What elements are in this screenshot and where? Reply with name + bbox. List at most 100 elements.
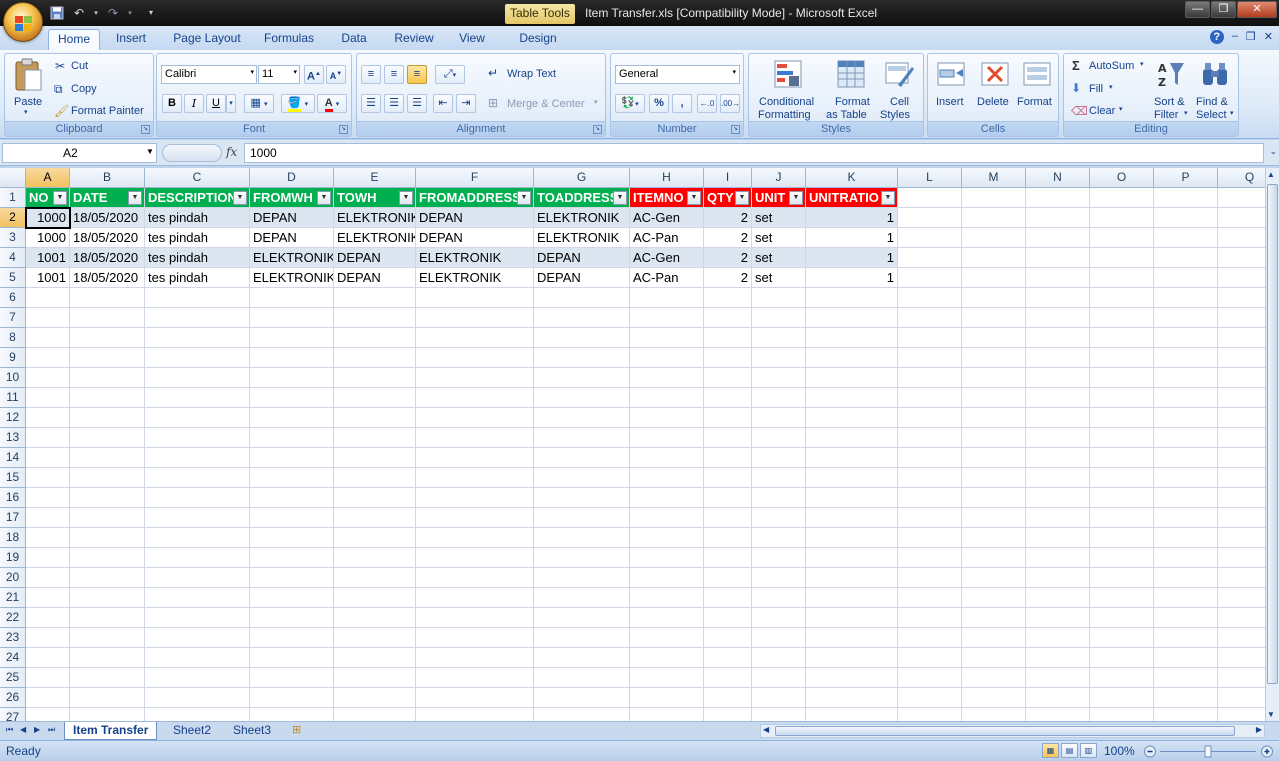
empty-cell[interactable]	[26, 348, 70, 368]
empty-cell[interactable]	[416, 348, 534, 368]
empty-cell[interactable]	[145, 568, 250, 588]
empty-cell[interactable]	[704, 648, 752, 668]
empty-cell[interactable]	[1026, 508, 1090, 528]
clear-button[interactable]: Clear	[1089, 105, 1115, 117]
empty-cell[interactable]	[145, 428, 250, 448]
empty-cell[interactable]	[1090, 608, 1154, 628]
empty-cell[interactable]	[806, 548, 898, 568]
empty-cell[interactable]	[1154, 548, 1218, 568]
vertical-scrollbar[interactable]: ▲ ▼	[1265, 168, 1279, 721]
empty-cell[interactable]	[334, 488, 416, 508]
empty-cell[interactable]	[334, 528, 416, 548]
empty-cell[interactable]	[250, 468, 334, 488]
empty-cell[interactable]	[1218, 508, 1265, 528]
table-cell[interactable]: ELEKTRONIK	[334, 228, 416, 248]
empty-cell[interactable]	[1026, 188, 1090, 208]
empty-cell[interactable]	[70, 688, 145, 708]
empty-cell[interactable]	[898, 268, 962, 288]
formula-input[interactable]: 1000	[244, 143, 1264, 163]
empty-cell[interactable]	[630, 348, 704, 368]
table-cell[interactable]: 1	[806, 228, 898, 248]
empty-cell[interactable]	[145, 688, 250, 708]
empty-cell[interactable]	[1218, 668, 1265, 688]
empty-cell[interactable]	[534, 368, 630, 388]
empty-cell[interactable]	[1154, 448, 1218, 468]
table-cell[interactable]: 2	[704, 248, 752, 268]
filter-dropdown-icon[interactable]: ▼	[613, 191, 627, 205]
empty-cell[interactable]	[630, 628, 704, 648]
empty-cell[interactable]	[534, 508, 630, 528]
empty-cell[interactable]	[704, 388, 752, 408]
empty-cell[interactable]	[1154, 208, 1218, 228]
empty-cell[interactable]	[250, 448, 334, 468]
empty-cell[interactable]	[1218, 368, 1265, 388]
filter-dropdown-icon[interactable]: ▼	[399, 191, 413, 205]
empty-cell[interactable]	[704, 608, 752, 628]
empty-cell[interactable]	[806, 508, 898, 528]
empty-cell[interactable]	[1026, 308, 1090, 328]
table-cell[interactable]: 1001	[26, 248, 70, 268]
empty-cell[interactable]	[70, 328, 145, 348]
empty-cell[interactable]	[1154, 568, 1218, 588]
row-header[interactable]: 16	[0, 488, 26, 508]
empty-cell[interactable]	[704, 688, 752, 708]
empty-cell[interactable]	[962, 308, 1026, 328]
table-cell[interactable]: 1	[806, 268, 898, 288]
restore-button[interactable]: ❐	[1211, 1, 1236, 18]
empty-cell[interactable]	[250, 488, 334, 508]
empty-cell[interactable]	[1154, 588, 1218, 608]
empty-cell[interactable]	[1026, 528, 1090, 548]
column-header-o[interactable]: O	[1090, 168, 1154, 188]
empty-cell[interactable]	[26, 668, 70, 688]
empty-cell[interactable]	[26, 628, 70, 648]
customize-toolbar-icon[interactable]: ▾	[146, 4, 156, 21]
empty-cell[interactable]	[145, 708, 250, 721]
empty-cell[interactable]	[752, 388, 806, 408]
empty-cell[interactable]	[962, 488, 1026, 508]
empty-cell[interactable]	[1218, 608, 1265, 628]
scroll-down-icon[interactable]: ▼	[1267, 710, 1275, 719]
empty-cell[interactable]	[704, 488, 752, 508]
empty-cell[interactable]	[1026, 348, 1090, 368]
empty-cell[interactable]	[704, 628, 752, 648]
empty-cell[interactable]	[26, 568, 70, 588]
column-header-a[interactable]: A	[26, 168, 70, 188]
empty-cell[interactable]	[1026, 228, 1090, 248]
empty-cell[interactable]	[534, 688, 630, 708]
empty-cell[interactable]	[1090, 228, 1154, 248]
empty-cell[interactable]	[145, 408, 250, 428]
empty-cell[interactable]	[752, 548, 806, 568]
empty-cell[interactable]	[534, 388, 630, 408]
table-cell[interactable]: ELEKTRONIK	[534, 228, 630, 248]
filter-dropdown-icon[interactable]: ▼	[517, 191, 531, 205]
format-as-table-button[interactable]: Format as Table	[825, 56, 877, 121]
empty-cell[interactable]	[898, 588, 962, 608]
empty-cell[interactable]	[1090, 688, 1154, 708]
empty-cell[interactable]	[752, 448, 806, 468]
table-header-cell[interactable]: UNITRATIO ▼	[806, 188, 898, 208]
empty-cell[interactable]	[1218, 628, 1265, 648]
align-left-icon[interactable]: ☰	[361, 94, 381, 113]
empty-cell[interactable]	[1026, 708, 1090, 721]
empty-cell[interactable]	[145, 488, 250, 508]
empty-cell[interactable]	[898, 708, 962, 721]
empty-cell[interactable]	[70, 668, 145, 688]
empty-cell[interactable]	[630, 328, 704, 348]
empty-cell[interactable]	[1026, 608, 1090, 628]
empty-cell[interactable]	[1154, 648, 1218, 668]
empty-cell[interactable]	[1090, 268, 1154, 288]
format-painter-button[interactable]: Format Painter	[71, 105, 144, 117]
empty-cell[interactable]	[752, 568, 806, 588]
increase-decimal-icon[interactable]: ←.0	[697, 94, 717, 113]
column-header-d[interactable]: D	[250, 168, 334, 188]
empty-cell[interactable]	[145, 448, 250, 468]
vertical-scroll-thumb[interactable]	[1267, 184, 1278, 684]
empty-cell[interactable]	[26, 428, 70, 448]
empty-cell[interactable]	[416, 288, 534, 308]
empty-cell[interactable]	[806, 588, 898, 608]
empty-cell[interactable]	[334, 548, 416, 568]
table-cell[interactable]: ELEKTRONIK	[416, 248, 534, 268]
empty-cell[interactable]	[630, 428, 704, 448]
row-header[interactable]: 20	[0, 568, 26, 588]
empty-cell[interactable]	[1154, 248, 1218, 268]
